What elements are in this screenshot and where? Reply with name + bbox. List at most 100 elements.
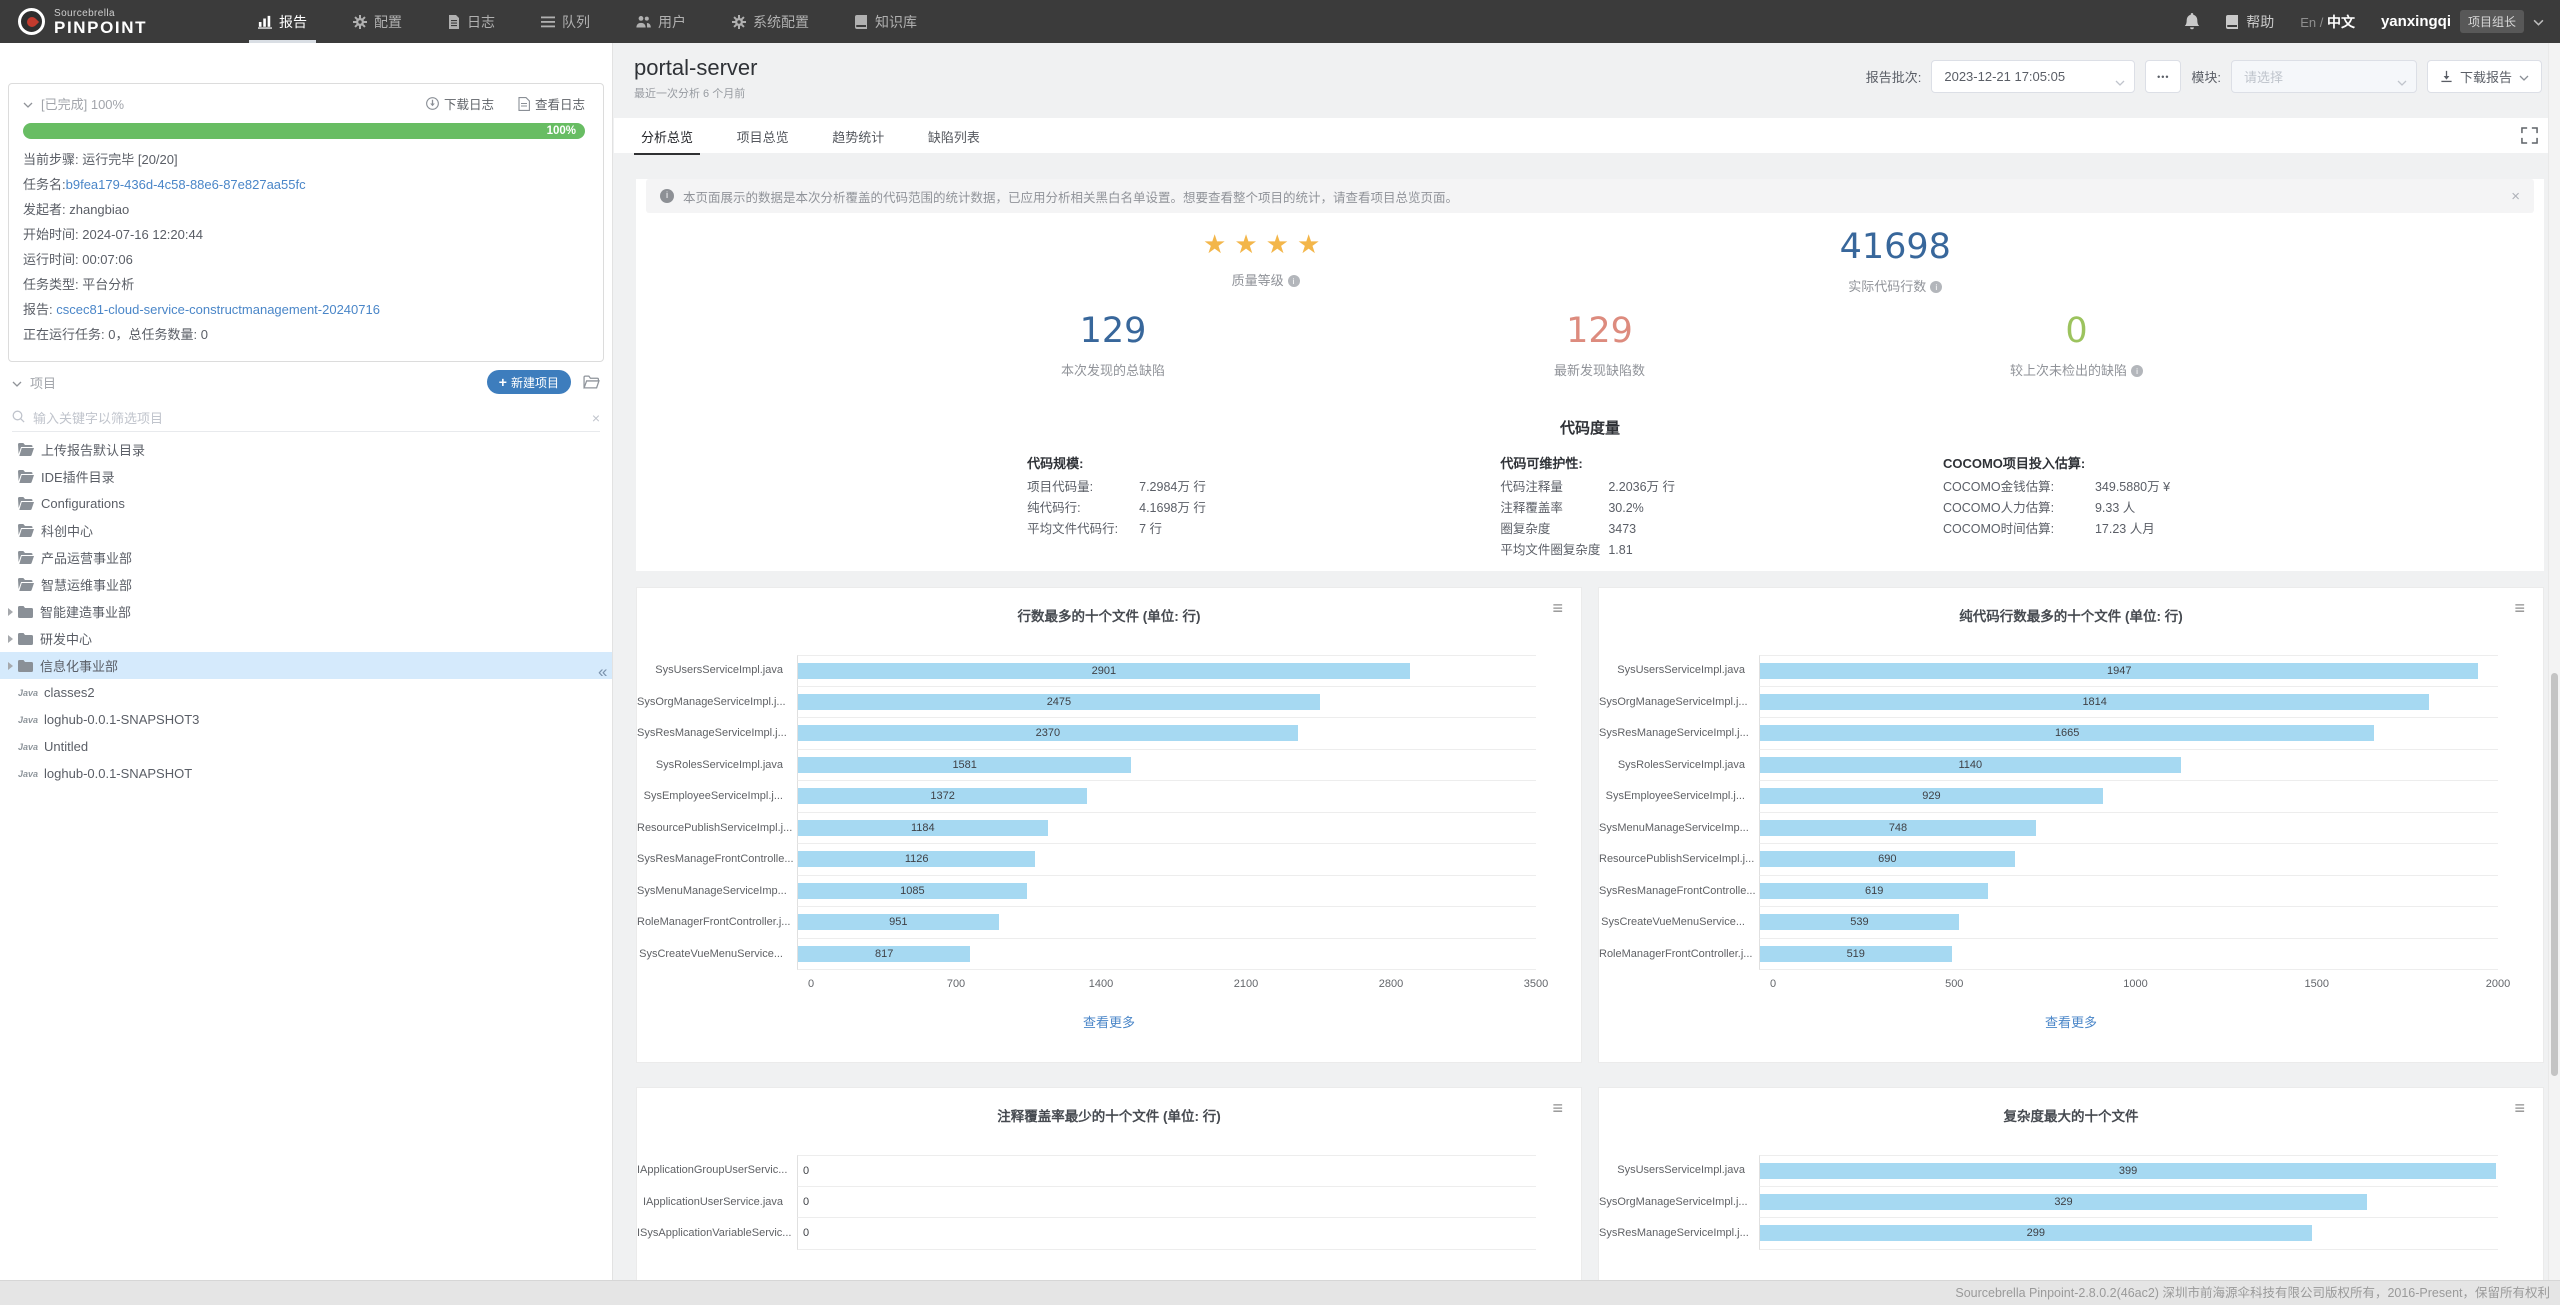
close-icon[interactable]: × [2511,188,2520,205]
tree-item[interactable]: JavaUntitled [0,733,612,760]
report-batch-select[interactable]: 2023-12-21 17:05:05 [1931,60,2135,93]
expand-arrow-icon[interactable] [8,662,13,670]
task-field: 运行时间: 00:07:06 [23,247,585,272]
download-log-button[interactable]: 下载日志 [426,94,494,113]
tree-item[interactable]: Javaloghub-0.0.1-SNAPSHOT3 [0,706,612,733]
axis-tick-label: 1000 [2123,978,2147,990]
brand-logo[interactable]: Sourcebrella PINPOINT [18,8,223,36]
expand-arrow-icon[interactable] [8,635,13,643]
collapse-chevron-icon[interactable] [12,375,22,390]
scrollbar-thumb[interactable] [2551,673,2558,1076]
chart-bar: 399 [1760,1163,2496,1179]
axis-tick-label: 3500 [1524,978,1548,990]
nav-item-users[interactable]: 用户 [613,0,709,43]
task-field-link[interactable]: cscec81-cloud-service-constructmanagemen… [56,302,380,317]
star-icon: ★ [1297,229,1328,259]
chart-value-label: 0 [803,1165,809,1177]
info-icon[interactable]: i [1930,281,1942,293]
tab-analysis-overview[interactable]: 分析总览 [634,118,700,155]
tree-item-label: 科创中心 [41,521,93,540]
tab-project-overview[interactable]: 项目总览 [730,118,796,153]
fullscreen-icon[interactable] [2521,127,2538,144]
tree-item[interactable]: Configurations [0,490,612,517]
chart-menu-icon[interactable]: ≡ [2514,599,2525,617]
chart-card: 纯代码行数最多的十个文件 (单位: 行)≡SysUsersServiceImpl… [1598,587,2544,1063]
chart-category-label: IApplicationUserService.java [637,1187,797,1219]
tree-item[interactable]: 信息化事业部 [0,652,612,679]
clear-search-icon[interactable]: × [592,410,600,426]
chart-category-label: ResourcePublishServiceImpl.j... [1599,844,1759,876]
chart-category-label: SysMenuManageServiceImp... [637,876,797,908]
nav-item-queue[interactable]: 队列 [518,0,613,43]
nav-item-label: 报告 [279,12,307,32]
tree-item[interactable]: IDE插件目录 [0,463,612,490]
user-menu[interactable]: yanxingqi 项目组长 [2381,10,2544,33]
open-folder-icon[interactable] [583,375,600,389]
nav-item-knowledge-base[interactable]: 知识库 [832,0,940,43]
metric-value: 7 行 [1139,519,1162,540]
tree-item[interactable]: 研发中心 [0,625,612,652]
chart-row: SysEmployeeServiceImpl.j...929 [1599,781,2543,813]
chart-track: 539 [1759,907,2498,939]
chart-menu-icon[interactable]: ≡ [1552,1099,1563,1117]
chart-track: 329 [1759,1187,2498,1219]
nav-item-system-config[interactable]: 系统配置 [709,0,832,43]
loc-stat: 41698 实际代码行数i [1514,227,2277,295]
folder-open [18,470,34,483]
more-batches-button[interactable]: ••• [2145,60,2181,93]
tree-item-label: 智慧运维事业部 [41,575,132,594]
tree-item[interactable]: Javaclasses2 [0,679,612,706]
tree-item[interactable]: 智能建造事业部 [0,598,612,625]
tree-item[interactable]: 科创中心 [0,517,612,544]
tree-item[interactable]: Javaloghub-0.0.1-SNAPSHOT [0,760,612,787]
download-report-button[interactable]: 下载报告 [2427,60,2542,93]
nav-item-label: 系统配置 [753,12,809,32]
tab-defect-list[interactable]: 缺陷列表 [921,118,987,153]
collapse-chevron-icon[interactable] [23,96,33,111]
chart-value-label: 1140 [1760,759,2181,771]
help-button[interactable]: 帮助 [2226,12,2274,32]
projects-title: 项目 [30,373,56,392]
axis-tick-label: 2000 [2486,978,2510,990]
sidebar-collapse-handle[interactable]: « [598,662,607,682]
view-more-link[interactable]: 查看更多 [637,1012,1581,1031]
metric-row: 纯代码行:4.1698万 行 [1027,498,1206,519]
project-search-input[interactable]: 输入关键字以筛选项目 × [12,404,600,432]
chart-bar: 1947 [1760,663,2478,679]
view-more-link[interactable]: 查看更多 [1599,1012,2543,1031]
expand-arrow-icon[interactable] [8,608,13,616]
tree-item-label: Untitled [44,739,88,754]
task-field-value: 2024-07-16 12:20:44 [82,227,203,242]
chart-bar: 1814 [1760,694,2429,710]
tree-item-label: IDE插件目录 [41,467,115,486]
tree-item[interactable]: 上传报告默认目录 [0,436,612,463]
tree-item[interactable]: 产品运营事业部 [0,544,612,571]
chart-track: 1581 [797,750,1536,782]
chart-bar: 748 [1760,820,2036,836]
chart-category-label: SysUsersServiceImpl.java [637,655,797,687]
tree-item-label: 研发中心 [40,629,92,648]
task-fields: 当前步骤: 运行完毕 [20/20]任务名:b9fea179-436d-4c58… [23,147,585,347]
chevron-down-icon [2533,14,2544,29]
chart-track: 748 [1759,813,2498,845]
info-icon[interactable]: i [2131,365,2143,377]
language-toggle[interactable]: En / 中文 [2300,12,2355,32]
info-icon[interactable]: i [1288,275,1300,287]
module-select[interactable]: 请选择 [2231,60,2417,93]
bell-icon[interactable] [2184,13,2200,30]
tree-item-label: classes2 [44,685,95,700]
nav-item-config[interactable]: 配置 [330,0,425,43]
new-project-button[interactable]: +新建项目 [487,370,571,394]
chart-value-label: 1085 [798,885,1027,897]
tab-trend-statistics[interactable]: 趋势统计 [825,118,891,153]
view-log-button[interactable]: 查看日志 [518,94,585,113]
nav-item-logs[interactable]: 日志 [425,0,518,43]
chart-menu-icon[interactable]: ≡ [2514,1099,2525,1117]
chart-category-label: SysEmployeeServiceImpl.j... [637,781,797,813]
chart-menu-icon[interactable]: ≡ [1552,599,1563,617]
metrics-title: 代码度量 [636,413,2544,438]
task-field-link[interactable]: b9fea179-436d-4c58-88e6-87e827aa55fc [66,177,306,192]
nav-item-reports[interactable]: 报告 [235,0,330,43]
chart-value-label: 817 [798,948,970,960]
tree-item[interactable]: 智慧运维事业部 [0,571,612,598]
